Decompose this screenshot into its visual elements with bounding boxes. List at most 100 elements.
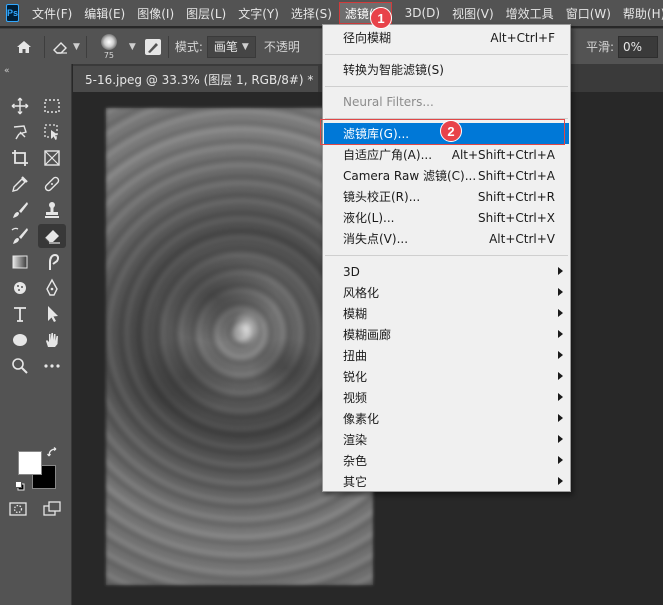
- menu-type[interactable]: 文字(Y): [233, 2, 284, 24]
- path-selection-tool[interactable]: [38, 302, 66, 326]
- home-button[interactable]: [10, 33, 38, 61]
- eraser-tool[interactable]: [38, 224, 66, 248]
- menu-item-label: 镜头校正(R)...: [343, 190, 421, 204]
- menu-item-label: Camera Raw 滤镜(C)...: [343, 169, 477, 183]
- brush-settings-icon: [144, 38, 161, 55]
- mode-select[interactable]: 画笔 ▼: [206, 35, 256, 58]
- frame-tool[interactable]: [38, 146, 66, 170]
- shape-tool[interactable]: [6, 328, 34, 352]
- menu-item-pixelate[interactable]: 像素化: [324, 408, 569, 429]
- tool-preset-picker[interactable]: ▼: [51, 39, 80, 55]
- menu-select[interactable]: 选择(S): [286, 2, 337, 24]
- screen-mode-tool[interactable]: [38, 497, 66, 521]
- submenu-arrow-icon: [558, 330, 563, 338]
- ellipse-icon: [13, 334, 27, 346]
- menu-item-render[interactable]: 渲染: [324, 429, 569, 450]
- arrow-cursor-icon: [48, 306, 58, 322]
- submenu-arrow-icon: [558, 393, 563, 401]
- clone-stamp-tool[interactable]: [38, 198, 66, 222]
- smudge-tool[interactable]: [38, 250, 66, 274]
- menu-item-vanishing-point[interactable]: 消失点(V)... Alt+Ctrl+V: [324, 228, 569, 249]
- menu-item-camera-raw[interactable]: Camera Raw 滤镜(C)... Shift+Ctrl+A: [324, 165, 569, 186]
- menu-item-distort[interactable]: 扭曲: [324, 345, 569, 366]
- menu-help[interactable]: 帮助(H): [618, 2, 663, 24]
- menu-item-sharpen[interactable]: 锐化: [324, 366, 569, 387]
- menu-item-other[interactable]: 其它: [324, 471, 569, 492]
- menu-item-convert-smart-filter[interactable]: 转换为智能滤镜(S): [324, 59, 569, 80]
- menu-item-shortcut: Alt+Ctrl+F: [490, 30, 555, 45]
- type-tool[interactable]: [6, 302, 34, 326]
- smoothing-input[interactable]: 0%: [618, 35, 659, 58]
- menu-file[interactable]: 文件(F): [27, 2, 77, 24]
- menu-item-liquify[interactable]: 液化(L)... Shift+Ctrl+X: [324, 207, 569, 228]
- brush-settings-toggle[interactable]: [144, 38, 162, 56]
- menu-separator: [325, 86, 568, 87]
- mode-value: 画笔: [213, 40, 238, 54]
- brush-size: 75: [103, 50, 115, 60]
- menu-item-video[interactable]: 视频: [324, 387, 569, 408]
- zoom-tool[interactable]: [6, 354, 34, 378]
- menu-item-radial-blur[interactable]: 径向模糊 Alt+Ctrl+F: [324, 27, 569, 48]
- submenu-arrow-icon: [558, 309, 563, 317]
- eyedropper-tool[interactable]: [6, 172, 34, 196]
- gradient-tool[interactable]: [6, 250, 34, 274]
- menu-layer[interactable]: 图层(L): [181, 2, 231, 24]
- menu-window[interactable]: 窗口(W): [561, 2, 616, 24]
- collapse-panel-icon[interactable]: «: [4, 66, 10, 76]
- object-select-icon: [44, 124, 58, 140]
- pen-tool[interactable]: [38, 276, 66, 300]
- sponge-icon: [14, 282, 26, 294]
- move-tool[interactable]: [6, 94, 34, 118]
- marquee-tool[interactable]: [38, 94, 66, 118]
- brush-preset-picker[interactable]: 75 ▼: [93, 31, 136, 63]
- menu-item-shortcut: Shift+Ctrl+R: [477, 189, 555, 204]
- document-tab[interactable]: 5-16.jpeg @ 33.3% (图层 1, RGB/8#) * ×: [73, 66, 334, 92]
- default-colors-icon[interactable]: [15, 481, 25, 491]
- menu-item-blur-gallery[interactable]: 模糊画廊: [324, 324, 569, 345]
- edit-toolbar-button[interactable]: [38, 354, 66, 378]
- frame-icon: [44, 150, 60, 166]
- submenu-arrow-icon: [558, 288, 563, 296]
- document-title: 5-16.jpeg @ 33.3% (图层 1, RGB/8#) *: [85, 72, 314, 87]
- menu-plugins[interactable]: 增效工具: [501, 2, 559, 24]
- crop-tool[interactable]: [6, 146, 34, 170]
- menu-item-shortcut: Shift+Ctrl+X: [478, 210, 555, 225]
- lasso-tool[interactable]: [6, 120, 34, 144]
- menu-item-3d[interactable]: 3D: [324, 261, 569, 282]
- menu-item-label: Neural Filters...: [343, 94, 434, 109]
- foreground-color-swatch[interactable]: [18, 451, 42, 475]
- swap-colors-icon[interactable]: [47, 447, 59, 459]
- rect-marquee-icon: [44, 99, 60, 113]
- quick-mask-tool[interactable]: [4, 497, 32, 521]
- menu-item-lens-correction[interactable]: 镜头校正(R)... Shift+Ctrl+R: [324, 186, 569, 207]
- history-brush-tool[interactable]: [6, 224, 34, 248]
- menu-item-shortcut: Alt+Ctrl+V: [489, 231, 555, 246]
- submenu-arrow-icon: [558, 372, 563, 380]
- smoothing-group: 平滑: 0%: [586, 35, 659, 58]
- chevron-down-icon: ▼: [128, 41, 136, 52]
- mode-label: 模式:: [174, 40, 203, 54]
- menu-item-shortcut: Shift+Ctrl+A: [478, 168, 555, 183]
- menu-item-label: 扭曲: [343, 349, 368, 363]
- dodge-tool[interactable]: [6, 276, 34, 300]
- menu-separator: [325, 54, 568, 55]
- menu-item-label: 模糊: [343, 307, 368, 321]
- tools-panel: «: [0, 64, 72, 605]
- object-selection-tool[interactable]: [38, 120, 66, 144]
- menu-item-label: 渲染: [343, 433, 368, 447]
- menu-item-stylize[interactable]: 风格化: [324, 282, 569, 303]
- menu-item-noise[interactable]: 杂色: [324, 450, 569, 471]
- healing-brush-tool[interactable]: [38, 172, 66, 196]
- brush-tool[interactable]: [6, 198, 34, 222]
- smoothing-label: 平滑:: [586, 40, 615, 54]
- menu-item-blur[interactable]: 模糊: [324, 303, 569, 324]
- menu-item-label: 风格化: [343, 286, 380, 300]
- divider: [85, 35, 87, 58]
- menu-view[interactable]: 视图(V): [447, 2, 499, 24]
- menu-item-adaptive-wide-angle[interactable]: 自适应广角(A)... Alt+Shift+Ctrl+A: [324, 144, 569, 165]
- menu-edit[interactable]: 编辑(E): [79, 2, 130, 24]
- menu-3d[interactable]: 3D(D): [400, 2, 445, 24]
- divider: [44, 35, 45, 58]
- menu-image[interactable]: 图像(I): [132, 2, 179, 24]
- hand-tool[interactable]: [38, 328, 66, 352]
